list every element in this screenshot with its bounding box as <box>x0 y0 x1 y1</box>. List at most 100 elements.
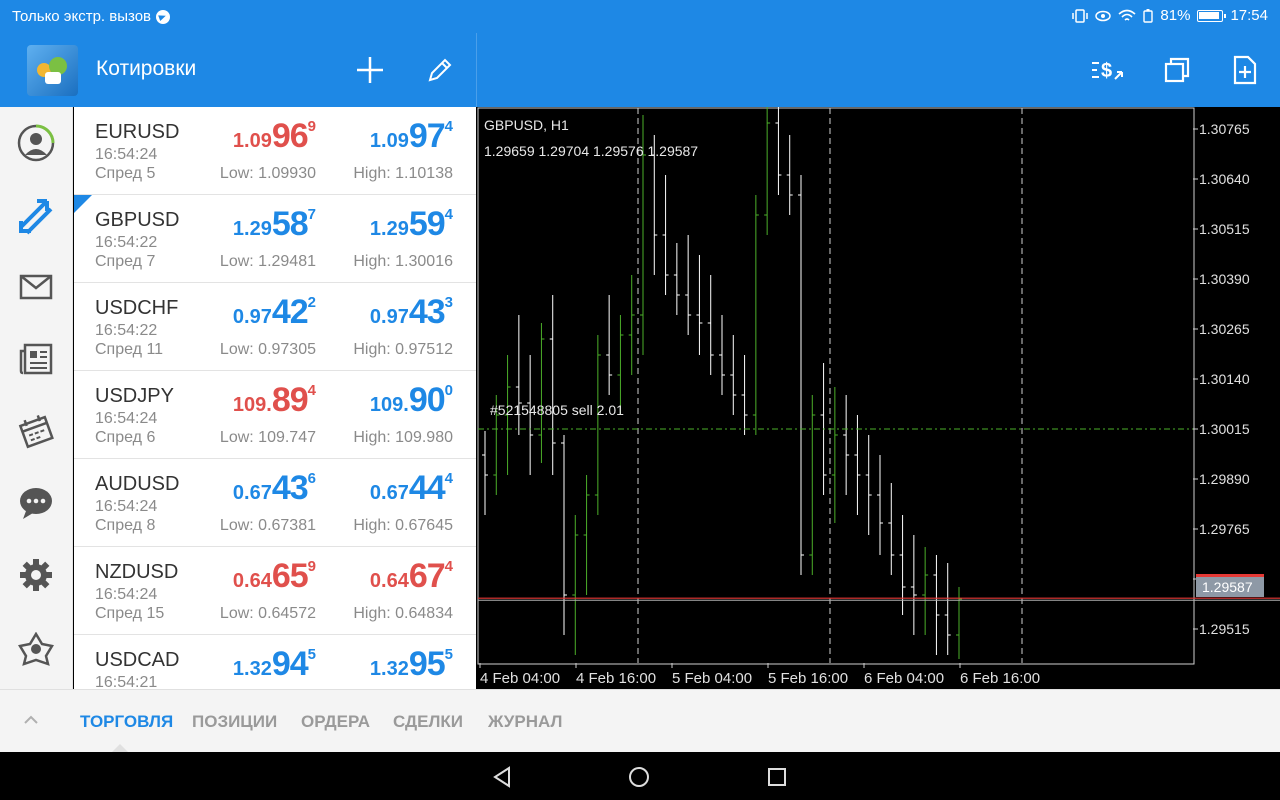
metatrader-logo-icon[interactable] <box>27 45 78 96</box>
edit-icon[interactable] <box>420 50 460 90</box>
bid-price[interactable]: 0.67436 <box>233 471 316 505</box>
price-chart[interactable]: 1.30765 1.30640 1.30515 1.30390 1.30265 1.301… <box>477 107 1280 689</box>
bid-price-pips: 58 <box>271 205 309 243</box>
y-tick-label: 1.29890 <box>1199 471 1250 487</box>
quote-row[interactable]: USDCHF 16:54:22 Спред 11 0.97422 0.97433 Low:… <box>74 283 476 371</box>
chart-ohlc: 1.29659 1.29704 1.29576 1.29587 <box>484 143 699 159</box>
wifi-icon <box>1118 9 1136 21</box>
x-tick-label: 5 Feb 04:00 <box>672 670 752 687</box>
quote-row[interactable]: AUDUSD 16:54:24 Спред 8 0.67436 0.67444 Low: … <box>74 459 476 547</box>
active-tab-indicator <box>112 744 128 752</box>
tab-orders[interactable]: ОРДЕРА <box>301 712 370 732</box>
add-icon[interactable] <box>350 50 390 90</box>
y-tick-label: 1.30390 <box>1199 271 1250 287</box>
quotes-icon[interactable] <box>14 194 58 238</box>
eye-icon <box>1095 10 1112 21</box>
bid-price[interactable]: 1.09969 <box>233 119 316 153</box>
bid-price-pips: 96 <box>271 117 309 155</box>
chart-app-bar: $ <box>477 33 1280 107</box>
ask-price-prefix: 1.32 <box>369 658 409 680</box>
ask-price-pips: 90 <box>408 381 446 419</box>
bid-price-prefix: 109. <box>232 394 272 416</box>
home-icon[interactable] <box>628 766 650 788</box>
settings-icon[interactable] <box>14 553 58 597</box>
bid-price[interactable]: 1.32945 <box>233 647 316 681</box>
ask-price-fraction: 5 <box>444 646 453 663</box>
ask-price-pips: 44 <box>408 469 446 507</box>
carrier-text: Только экстр. вызов <box>12 8 152 25</box>
side-nav <box>0 107 73 689</box>
ask-price-fraction: 4 <box>444 470 453 487</box>
x-tick-label: 4 Feb 16:00 <box>576 670 656 687</box>
bid-price-prefix: 1.32 <box>232 658 272 680</box>
ask-price[interactable]: 1.29594 <box>370 207 453 241</box>
quotes-app-bar: Котировки <box>0 33 476 107</box>
ask-price[interactable]: 1.09974 <box>370 119 453 153</box>
quote-row[interactable]: NZDUSD 16:54:24 Спред 15 0.64659 0.64674 Low:… <box>74 547 476 635</box>
quote-high: High: 109.980 <box>353 429 453 446</box>
bid-price-fraction: 9 <box>307 558 316 575</box>
ask-price[interactable]: 0.97433 <box>370 295 453 329</box>
ask-price-pips: 43 <box>408 293 446 331</box>
quote-high: High: 0.64834 <box>353 605 453 622</box>
bid-price-pips: 65 <box>271 557 309 595</box>
quote-row[interactable]: USDJPY 16:54:24 Спред 6 109.894 109.900 Low: … <box>74 371 476 459</box>
x-tick-label: 4 Feb 04:00 <box>480 670 560 687</box>
bid-price[interactable]: 0.97422 <box>233 295 316 329</box>
mail-icon[interactable] <box>14 265 58 309</box>
windows-icon[interactable] <box>1157 50 1197 90</box>
y-tick-label: 1.29765 <box>1199 521 1250 537</box>
y-tick-label: 1.30140 <box>1199 371 1250 387</box>
news-icon[interactable] <box>14 337 58 381</box>
quote-high: High: 0.67645 <box>353 517 453 534</box>
quote-symbol: EURUSD <box>95 121 180 143</box>
quote-low: Low: 0.64572 <box>219 605 316 622</box>
ask-price-pips: 67 <box>408 557 446 595</box>
quote-row[interactable]: USDCAD 16:54:21 1.32945 1.32955 <box>74 635 476 689</box>
tradays-icon[interactable] <box>14 409 58 453</box>
ask-price[interactable]: 109.900 <box>370 383 453 417</box>
chart-canvas[interactable]: 1.30765 1.30640 1.30515 1.30390 1.30265 1.301… <box>477 107 1280 689</box>
back-icon[interactable] <box>492 766 512 788</box>
clock: 17:54 <box>1230 7 1268 24</box>
bid-price[interactable]: 109.894 <box>233 383 316 417</box>
quote-symbol: GBPUSD <box>95 209 180 231</box>
quote-symbol: AUDUSD <box>95 473 180 495</box>
bid-price[interactable]: 1.29587 <box>233 207 316 241</box>
new-document-icon[interactable] <box>1225 50 1265 90</box>
ask-price[interactable]: 1.32955 <box>370 647 453 681</box>
bid-price-prefix: 0.97 <box>232 306 272 328</box>
telegram-icon <box>156 9 171 24</box>
ask-price[interactable]: 0.67444 <box>370 471 453 505</box>
chat-icon[interactable] <box>14 481 58 525</box>
bid-price[interactable]: 0.64659 <box>233 559 316 593</box>
tab-trading[interactable]: ТОРГОВЛЯ <box>80 712 173 732</box>
ask-price-prefix: 0.97 <box>369 306 409 328</box>
community-icon[interactable] <box>14 627 58 671</box>
bid-price-fraction: 4 <box>307 382 316 399</box>
tab-positions[interactable]: ПОЗИЦИИ <box>192 712 277 732</box>
tab-journal[interactable]: ЖУРНАЛ <box>488 712 562 732</box>
quote-row[interactable]: EURUSD 16:54:24 Спред 5 1.09969 1.09974 Low: … <box>74 107 476 195</box>
chart-symbol-timeframe: GBPUSD, H1 <box>484 117 569 133</box>
battery-saver-icon <box>1143 8 1154 23</box>
tab-deals[interactable]: СДЕЛКИ <box>393 712 463 732</box>
quote-high: High: 1.30016 <box>353 253 453 270</box>
bid-price-fraction: 2 <box>307 294 316 311</box>
quote-row[interactable]: GBPUSD 16:54:22 Спред 7 1.29587 1.29594 Low: … <box>74 195 476 283</box>
quote-time: 16:54:24 <box>95 498 158 515</box>
trade-currency-icon[interactable]: $ <box>1087 50 1127 90</box>
quote-high: High: 1.10138 <box>353 165 453 182</box>
recents-icon[interactable] <box>767 767 787 787</box>
chevron-up-icon[interactable] <box>23 712 39 728</box>
bid-price-pips: 89 <box>271 381 309 419</box>
ask-price-prefix: 0.64 <box>369 570 409 592</box>
ask-price-prefix: 1.09 <box>369 130 409 152</box>
quote-time: 16:54:24 <box>95 410 158 427</box>
account-icon[interactable] <box>14 121 58 165</box>
ask-price[interactable]: 0.64674 <box>370 559 453 593</box>
order-label[interactable]: #521548805 sell 2.01 <box>490 402 624 418</box>
ask-price-fraction: 3 <box>444 294 453 311</box>
ask-price-fraction: 4 <box>444 558 453 575</box>
quote-time: 16:54:24 <box>95 586 158 603</box>
